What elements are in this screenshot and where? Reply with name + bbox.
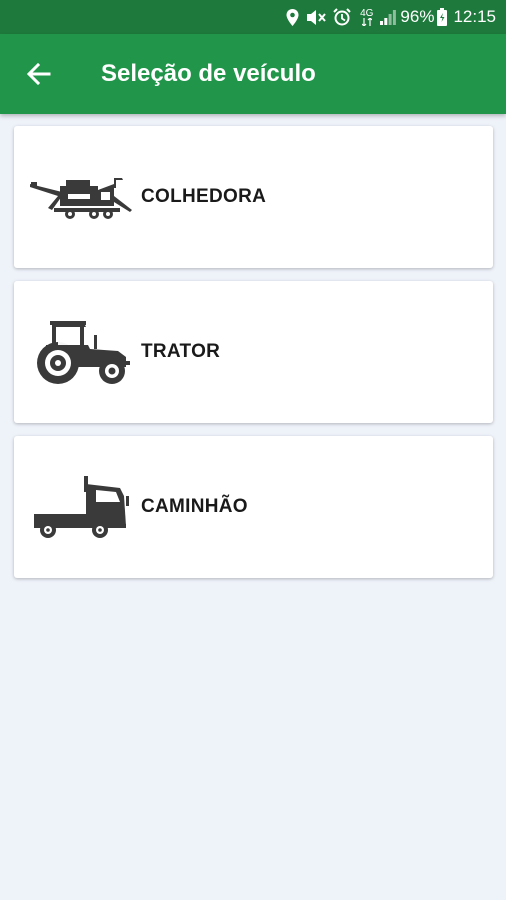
signal-icon bbox=[380, 9, 397, 25]
status-bar: 4G 96% 12:15 bbox=[0, 0, 506, 34]
battery-icon bbox=[437, 8, 448, 26]
network-label: 4G bbox=[360, 7, 374, 19]
truck-icon bbox=[26, 467, 138, 547]
back-button[interactable] bbox=[0, 34, 79, 114]
vehicle-card-colhedora[interactable]: COLHEDORA bbox=[14, 126, 493, 268]
harvester-icon bbox=[26, 157, 138, 237]
vehicle-list: COLHEDORA TRATOR CAMINHÃO bbox=[14, 126, 493, 591]
vehicle-label: COLHEDORA bbox=[141, 186, 267, 207]
vehicle-label: TRATOR bbox=[141, 341, 221, 362]
vehicle-label: CAMINHÃO bbox=[141, 496, 248, 517]
location-icon bbox=[286, 8, 299, 26]
network-icon: 4G bbox=[360, 7, 374, 26]
page-title: Seleção de veículo bbox=[101, 60, 316, 87]
clock: 12:15 bbox=[453, 7, 496, 26]
arrow-left-icon bbox=[27, 63, 51, 85]
battery-percent: 96% bbox=[400, 7, 435, 26]
tractor-icon bbox=[26, 312, 138, 392]
app-bar: Seleção de veículo bbox=[0, 34, 506, 114]
vehicle-card-caminhao[interactable]: CAMINHÃO bbox=[14, 436, 493, 578]
alarm-icon bbox=[333, 8, 351, 26]
mute-icon bbox=[306, 9, 326, 26]
vehicle-card-trator[interactable]: TRATOR bbox=[14, 281, 493, 423]
